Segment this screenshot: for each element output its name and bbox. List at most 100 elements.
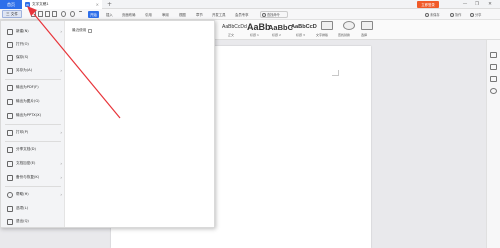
menu-item-backup[interactable]: 备份与恢复(K) ›	[1, 171, 65, 184]
menu-item-export-image[interactable]: 输出为图片(G)	[1, 95, 65, 108]
lock-icon	[7, 160, 13, 167]
menu-item-export-pptx[interactable]: 输出为PPTX(X)	[1, 109, 65, 122]
login-button[interactable]: 立即登录	[417, 1, 439, 8]
external-link-icon[interactable]	[88, 28, 93, 33]
new-tab-button[interactable]: +	[107, 1, 112, 8]
tab-chapter[interactable]: 章节	[194, 11, 205, 18]
style-normal-caption: 正文	[228, 33, 235, 37]
menu-item-encrypt[interactable]: 文档加密(E) ›	[1, 157, 65, 170]
menu-item-label: 文档加密(E)	[16, 161, 36, 165]
menu-item-label: 输出为PDF(F)	[16, 85, 39, 89]
share-button[interactable]: 分享	[470, 11, 481, 18]
text-layout-caption: 文字排版	[316, 33, 329, 37]
menu-item-share[interactable]: 分享文档(D)	[1, 143, 65, 156]
unsaved-status[interactable]: 未保存	[425, 11, 440, 18]
file-menu-dropdown: 新建(N) › 打开(O) 保存(S) 另存为(A) › 输出为PDF(F) 输出为…	[0, 20, 215, 228]
style-panel-icon[interactable]	[490, 52, 497, 58]
open-folder-icon	[7, 41, 13, 48]
margin-corner-mark	[332, 70, 339, 76]
title-bar: 首页 W 文字文稿1 × + 立即登录 — ❐ ✕	[0, 0, 500, 9]
search-icon	[262, 12, 266, 17]
share-icon	[470, 12, 474, 17]
right-side-panel	[486, 40, 500, 248]
tab-member[interactable]: 会员专享	[233, 11, 251, 18]
style-h1-caption: 标题 1	[250, 33, 259, 37]
new-file-icon	[7, 28, 13, 35]
tab-developer[interactable]: 开发工具	[210, 11, 228, 18]
tab-document[interactable]: W 文字文稿1 ×	[22, 0, 102, 9]
style-h3-preview[interactable]: AaBbCcD	[291, 21, 317, 33]
menu-item-exit[interactable]: 退出(Q)	[1, 215, 65, 228]
document-tab-label: 文字文稿1	[32, 2, 49, 6]
select-panel-icon[interactable]	[490, 76, 497, 82]
chevron-down-icon[interactable]	[79, 11, 82, 17]
menu-item-print[interactable]: 打印(P) ›	[1, 126, 65, 139]
chevron-right-icon: ›	[60, 175, 62, 180]
save-icon[interactable]	[31, 11, 36, 17]
chevron-right-icon: ›	[60, 29, 62, 34]
text-layout-icon[interactable]	[321, 21, 333, 30]
style-normal-preview[interactable]: AaBbCcDd	[222, 21, 247, 33]
save-as-icon	[7, 67, 13, 74]
recent-files-heading: 最近使用	[72, 28, 93, 33]
menu-item-label: 新建(N)	[16, 29, 29, 33]
select-icon[interactable]	[361, 21, 373, 30]
menu-item-label: 帮助(H)	[16, 192, 29, 196]
share-label: 分享	[475, 13, 482, 17]
tab-review[interactable]: 审阅	[160, 11, 171, 18]
save-icon	[7, 54, 13, 61]
redo-icon[interactable]	[70, 11, 75, 17]
exit-icon	[7, 218, 13, 225]
menu-item-help[interactable]: 帮助(H) ›	[1, 188, 65, 201]
menu-divider	[5, 141, 61, 142]
find-replace-icon[interactable]	[343, 21, 355, 30]
preview-icon[interactable]	[52, 11, 57, 17]
close-tab-icon[interactable]: ×	[96, 2, 99, 7]
close-window-icon[interactable]: ✕	[485, 1, 495, 8]
style-h2-preview[interactable]: AaBbC	[268, 21, 293, 33]
collaborate-button[interactable]: 协作	[450, 11, 461, 18]
tab-reference[interactable]: 引用	[143, 11, 154, 18]
menu-item-save[interactable]: 保存(S)	[1, 51, 65, 64]
search-command-label: 查找命令	[267, 13, 280, 17]
style-h3-caption: 标题 3	[296, 33, 305, 37]
chevron-right-icon: ›	[60, 192, 62, 197]
cloud-icon	[425, 12, 429, 17]
gear-icon	[7, 205, 13, 212]
help-panel-icon[interactable]	[490, 88, 497, 94]
file-menu-button[interactable]: 三 文件	[2, 10, 22, 18]
search-command-box[interactable]: 查找命令	[260, 11, 288, 18]
print-icon[interactable]	[45, 11, 50, 17]
menu-item-new[interactable]: 新建(N) ›	[1, 25, 65, 38]
menu-item-export-pdf[interactable]: 输出为PDF(F)	[1, 81, 65, 94]
menu-item-label: 备份与恢复(K)	[16, 175, 40, 179]
menu-item-options[interactable]: 选项(L)	[1, 202, 65, 215]
document-icon: W	[25, 2, 30, 7]
find-replace-caption: 查找替换	[338, 33, 351, 37]
style-h1-preview[interactable]: AaBb	[247, 21, 271, 33]
tab-start[interactable]: 开始	[88, 11, 99, 18]
tab-view[interactable]: 视图	[177, 11, 188, 18]
recent-files-label: 最近使用	[72, 28, 87, 32]
collaborate-label: 协作	[455, 13, 462, 17]
tab-insert[interactable]: 插入	[104, 11, 115, 18]
menu-item-save-as[interactable]: 另存为(A) ›	[1, 64, 65, 77]
export-icon[interactable]	[38, 11, 43, 17]
tab-home[interactable]: 首页	[0, 0, 22, 9]
menu-divider	[5, 79, 61, 80]
pptx-icon	[7, 112, 13, 119]
file-menu-list: 新建(N) › 打开(O) 保存(S) 另存为(A) › 输出为PDF(F) 输出为…	[1, 21, 65, 227]
undo-icon[interactable]	[61, 11, 66, 17]
image-icon	[7, 98, 13, 105]
collaborate-icon	[450, 12, 454, 17]
print-icon	[7, 129, 13, 136]
property-panel-icon[interactable]	[490, 64, 497, 70]
share-icon	[7, 146, 13, 153]
tab-page-layout[interactable]: 页面布局	[120, 11, 138, 18]
maximize-icon[interactable]: ❐	[472, 1, 482, 8]
menu-item-open[interactable]: 打开(O)	[1, 38, 65, 51]
backup-icon	[7, 174, 13, 181]
pdf-icon	[7, 84, 13, 91]
minimize-icon[interactable]: —	[460, 1, 470, 8]
chevron-right-icon: ›	[60, 130, 62, 135]
